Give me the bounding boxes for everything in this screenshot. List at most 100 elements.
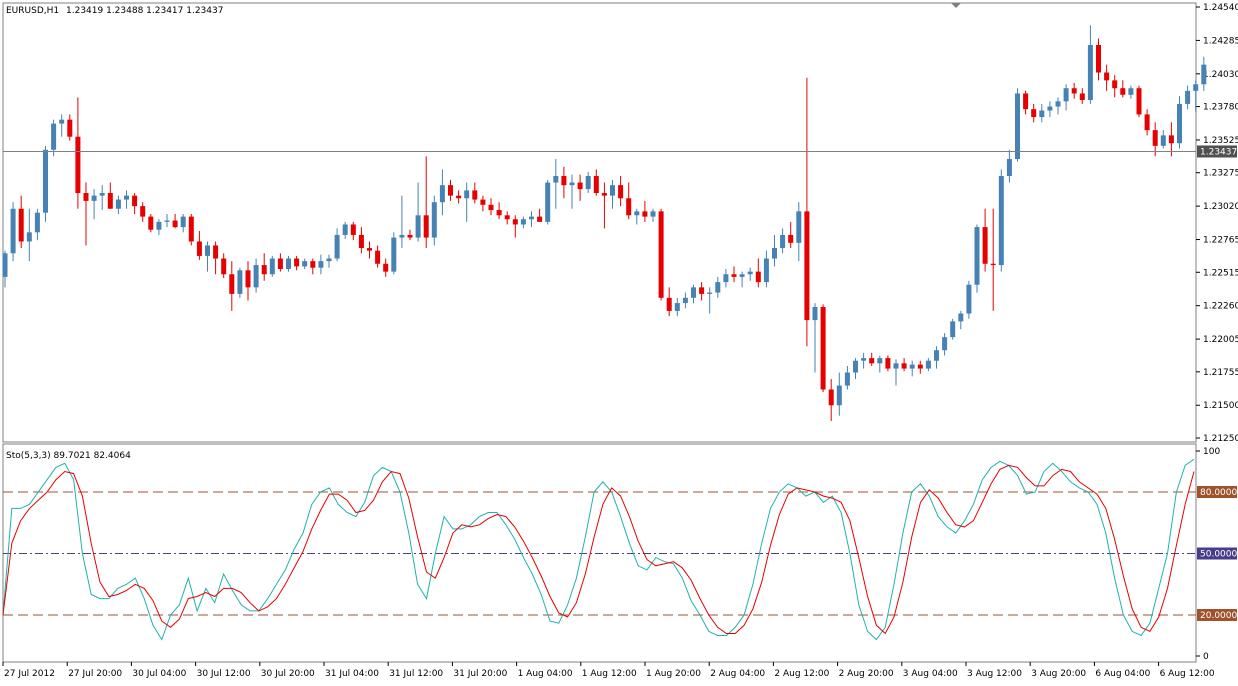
time-tick-label: 2 Aug 12:00 (774, 669, 829, 679)
sto-tick-label: 100 (1203, 447, 1220, 457)
candle-body (1056, 101, 1061, 106)
time-tick-label: 30 Jul 12:00 (197, 669, 251, 679)
candle-body (1193, 84, 1198, 91)
candle-body (570, 183, 575, 186)
candle-body (796, 211, 801, 242)
time-tick-label: 27 Jul 20:00 (68, 669, 122, 679)
candle-body (351, 224, 356, 234)
price-tick-label: 1.24285 (1203, 36, 1238, 46)
candle-body (246, 270, 251, 287)
time-tick-label: 31 Jul 12:00 (389, 669, 443, 679)
candle-body (618, 185, 623, 198)
price-tick-label: 1.21755 (1203, 368, 1238, 378)
candle-body (885, 358, 890, 368)
candle-body (561, 176, 566, 185)
time-tick-label: 31 Jul 04:00 (325, 669, 379, 679)
price-tick-label: 1.23275 (1203, 169, 1238, 179)
candle-body (586, 176, 591, 189)
candle-body (634, 211, 639, 215)
candle-body (529, 217, 534, 220)
candle-body (448, 185, 453, 195)
candle-body (780, 235, 785, 248)
price-tick-label: 1.22260 (1203, 302, 1238, 312)
candle-body (1039, 110, 1044, 117)
candle-body (43, 150, 48, 213)
candle-body (51, 124, 56, 150)
candle-body (262, 265, 267, 274)
level-label: 20.00000 (1200, 611, 1238, 621)
candle-body (991, 264, 996, 265)
candle-body (772, 248, 777, 258)
candle-body (456, 196, 461, 199)
candle-body (100, 193, 105, 196)
candle-body (75, 137, 80, 193)
candle-body (11, 209, 16, 254)
chart-window: 1.245401.242851.240301.237801.235251.232… (0, 0, 1238, 682)
stochastic-pane: 80.0000050.0000020.000001000 (3, 444, 1238, 662)
candle-body (788, 235, 793, 243)
candle-body (918, 365, 923, 369)
level-label: 80.00000 (1200, 488, 1238, 498)
candle-body (975, 227, 980, 285)
level-label: 50.00000 (1200, 550, 1238, 560)
candle-body (853, 361, 858, 373)
candle-body (221, 259, 226, 275)
candle-body (983, 227, 988, 264)
candle-body (59, 120, 64, 124)
candle-body (480, 200, 485, 205)
candle-body (84, 193, 89, 201)
candle-body (1023, 93, 1028, 109)
stochastic-signal-line (3, 465, 1194, 633)
candle-body (626, 198, 631, 215)
price-tick-label: 1.21250 (1203, 434, 1238, 444)
candle-body (513, 219, 518, 224)
candle-body (165, 221, 170, 222)
candle-body (683, 298, 688, 303)
candle-body (950, 321, 955, 337)
candle-body (132, 196, 137, 206)
candle-body (813, 307, 818, 320)
time-tick-label: 1 Aug 04:00 (518, 669, 573, 679)
candle-body (691, 287, 696, 297)
candle-body (383, 264, 388, 272)
candle-body (302, 261, 307, 266)
candle-body (408, 235, 413, 238)
candle-body (764, 259, 769, 283)
price-pane: 1.245401.242851.240301.237801.235251.232… (3, 3, 1238, 444)
candle-body (189, 217, 194, 242)
candle-body (537, 217, 542, 222)
candle-body (740, 274, 745, 277)
stochastic-main-line (3, 459, 1194, 639)
candle-body (934, 350, 939, 360)
candle-body (707, 293, 712, 294)
candle-body (578, 183, 583, 190)
candle-body (391, 238, 396, 272)
symbol-label: EURUSD,H1 (6, 6, 59, 16)
candle-body (958, 314, 963, 322)
candle-body (1161, 135, 1166, 145)
candle-body (156, 222, 161, 230)
candle-body (375, 251, 380, 264)
candle-body (723, 274, 728, 282)
candle-body (343, 224, 348, 234)
candle-body (942, 337, 947, 350)
time-tick-label: 3 Aug 12:00 (967, 669, 1022, 679)
candle-body (432, 202, 437, 237)
candle-body (602, 193, 607, 196)
candle-body (837, 386, 842, 406)
time-tick-label: 31 Jul 20:00 (453, 669, 507, 679)
candle-body (116, 200, 121, 209)
candle-body (108, 193, 113, 209)
time-tick-label: 1 Aug 12:00 (582, 669, 637, 679)
candle-body (278, 259, 283, 269)
candle-body (497, 210, 502, 215)
candle-body (270, 259, 275, 275)
candle-body (1185, 91, 1190, 104)
candle-body (1096, 45, 1101, 73)
candle-body (545, 183, 550, 222)
candle-body (27, 232, 32, 241)
candle-body (359, 235, 364, 248)
candle-body (327, 259, 332, 262)
candle-body (1177, 104, 1182, 143)
candle-body (1145, 114, 1150, 130)
